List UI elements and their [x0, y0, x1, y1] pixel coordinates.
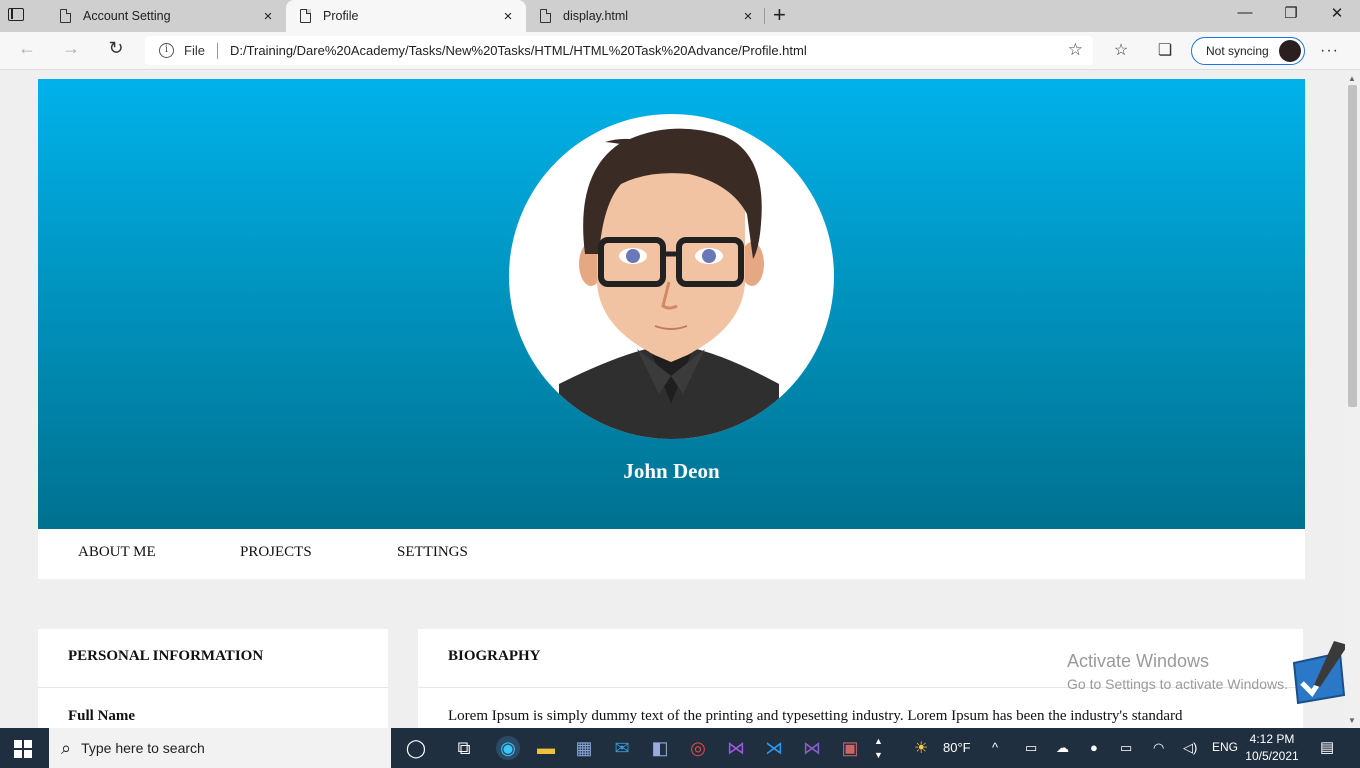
- vscode-icon[interactable]: ⋊: [762, 736, 786, 760]
- avatar-illustration: [559, 128, 779, 439]
- new-tab-button[interactable]: +: [773, 4, 786, 26]
- volume-icon[interactable]: ◁): [1183, 740, 1197, 756]
- url-text[interactable]: D:/Training/Dare%20Academy/Tasks/New%20T…: [230, 43, 807, 58]
- minimize-button[interactable]: —: [1222, 4, 1268, 21]
- sticky-notes-icon[interactable]: ◧: [648, 736, 672, 760]
- tab-display[interactable]: display.html ×: [526, 0, 766, 32]
- weather-temp[interactable]: 80°F: [943, 740, 971, 755]
- battery-icon[interactable]: ▭: [1120, 740, 1132, 756]
- tab-separator: [764, 8, 765, 24]
- nav-settings[interactable]: SETTINGS: [397, 544, 468, 561]
- search-placeholder: Type here to search: [81, 740, 205, 756]
- page-scrollbar[interactable]: ▲ ▼: [1345, 71, 1360, 728]
- forward-button[interactable]: →: [58, 38, 84, 59]
- scroll-thumb[interactable]: [1348, 85, 1357, 407]
- activate-windows-watermark: Activate Windows Go to Settings to activ…: [1067, 651, 1288, 692]
- nav-about-me[interactable]: ABOUT ME: [78, 544, 156, 561]
- profile-name: John Deon: [623, 459, 720, 483]
- close-tab-icon[interactable]: ×: [740, 8, 756, 25]
- avatar: [1279, 40, 1301, 62]
- meet-now-icon[interactable]: ▭: [1025, 740, 1037, 756]
- wifi-icon[interactable]: ◠: [1153, 740, 1164, 756]
- more-menu-button[interactable]: ···: [1320, 42, 1339, 60]
- nav-projects[interactable]: PROJECTS: [240, 544, 312, 561]
- visual-studio-icon[interactable]: ⋈: [724, 736, 748, 760]
- back-button[interactable]: ←: [14, 38, 40, 59]
- mail-icon[interactable]: ✉: [610, 736, 634, 760]
- close-window-button[interactable]: ✕: [1314, 4, 1360, 22]
- onedrive-icon[interactable]: ☁: [1056, 740, 1069, 756]
- personal-info-heading: PERSONAL INFORMATION: [68, 648, 264, 664]
- tab-strip: Account Setting × Profile × display.html…: [0, 0, 1360, 32]
- edge-icon[interactable]: ◉: [496, 736, 520, 760]
- page-icon: [60, 9, 71, 23]
- profile-sync-button[interactable]: Not syncing: [1191, 37, 1305, 65]
- collections-icon[interactable]: ❏: [1154, 40, 1176, 60]
- watermark-subtitle: Go to Settings to activate Windows.: [1067, 676, 1288, 692]
- vs-preview-icon[interactable]: ⋈: [800, 736, 824, 760]
- divider: [38, 687, 388, 688]
- add-favorite-icon[interactable]: ☆: [1068, 40, 1083, 60]
- page-icon: [540, 9, 551, 23]
- watermark-title: Activate Windows: [1067, 651, 1210, 671]
- tab-title: display.html: [563, 9, 629, 23]
- tab-title: Profile: [323, 9, 359, 23]
- profile-header: John Deon: [38, 79, 1305, 529]
- input-language[interactable]: ENG: [1212, 740, 1238, 754]
- address-toolbar: ← → ↻ i File D:/Training/Dare%20Academy/…: [0, 32, 1360, 70]
- tab-actions-icon[interactable]: [8, 8, 24, 21]
- windows-start-icon[interactable]: [14, 740, 32, 758]
- task-view-icon[interactable]: ⧉: [452, 736, 476, 760]
- restore-button[interactable]: ❐: [1268, 4, 1314, 22]
- notifications-icon[interactable]: ▤: [1320, 738, 1334, 756]
- remote-desktop-icon: [1292, 641, 1345, 705]
- weather-icon[interactable]: ☀: [914, 738, 928, 758]
- address-separator: [216, 42, 218, 59]
- scheme-label: File: [184, 43, 205, 58]
- search-icon: ⌕: [61, 737, 72, 758]
- scroll-up-icon[interactable]: ▲: [1348, 74, 1356, 83]
- show-hidden-icons[interactable]: ^: [992, 740, 998, 755]
- close-tab-icon[interactable]: ×: [260, 8, 276, 25]
- tab-title: Account Setting: [83, 9, 171, 23]
- favorites-icon[interactable]: ☆: [1110, 40, 1132, 60]
- system-clock[interactable]: 4:12 PM 10/5/2021: [1244, 731, 1300, 765]
- tab-profile[interactable]: Profile ×: [286, 0, 526, 32]
- file-explorer-icon[interactable]: ▬: [534, 736, 558, 760]
- scroll-down-icon[interactable]: ▼: [1348, 716, 1356, 725]
- biography-text: Lorem Ipsum is simply dummy text of the …: [448, 708, 1183, 724]
- scroll-apps-icon[interactable]: ▲ ▼: [874, 734, 883, 762]
- info-icon[interactable]: i: [159, 43, 174, 58]
- taskbar-search[interactable]: ⌕ Type here to search: [49, 728, 391, 768]
- windows-taskbar: ⌕ Type here to search ◯ ⧉ ◉ ▬ ▦ ✉ ◧ ◎ ⋈ …: [0, 728, 1360, 768]
- page-icon: [300, 9, 311, 23]
- chrome-icon[interactable]: ◎: [686, 736, 710, 760]
- sql-icon[interactable]: ▣: [838, 736, 862, 760]
- full-name-label: Full Name: [68, 708, 136, 724]
- store-icon[interactable]: ▦: [572, 736, 596, 760]
- tab-account-setting[interactable]: Account Setting ×: [46, 0, 286, 32]
- profile-nav: ABOUT ME PROJECTS SETTINGS: [38, 529, 1305, 579]
- sync-label: Not syncing: [1206, 44, 1269, 58]
- clock-date: 10/5/2021: [1245, 749, 1299, 763]
- microphone-icon[interactable]: ●: [1090, 740, 1098, 755]
- biography-heading: BIOGRAPHY: [448, 648, 541, 664]
- profile-avatar: [509, 114, 834, 439]
- refresh-button[interactable]: ↻: [103, 38, 129, 59]
- personal-info-card: PERSONAL INFORMATION Full Name: [38, 629, 388, 728]
- close-tab-icon[interactable]: ×: [500, 8, 516, 25]
- clock-time: 4:12 PM: [1249, 732, 1295, 746]
- page-viewport: John Deon ABOUT ME PROJECTS SETTINGS PER…: [0, 71, 1345, 728]
- address-bar[interactable]: i File D:/Training/Dare%20Academy/Tasks/…: [145, 36, 1093, 65]
- cortana-icon[interactable]: ◯: [404, 736, 428, 760]
